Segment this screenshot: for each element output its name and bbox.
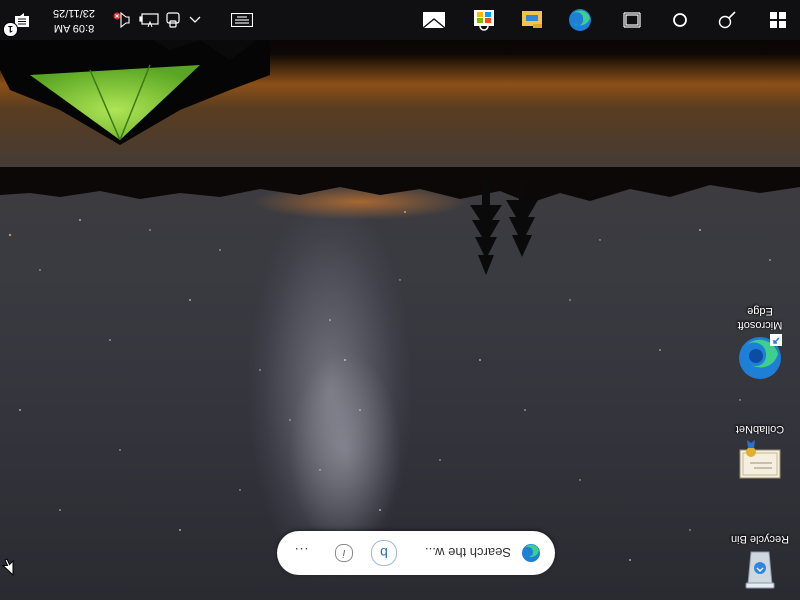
windows-start-icon[interactable] <box>756 0 800 40</box>
desktop-icon-recycle-bin[interactable]: Recycle Bin <box>725 532 795 596</box>
bing-visual-search-icon[interactable]: b <box>371 540 397 566</box>
desktop-icon-label: Microsoft Edge <box>737 305 783 331</box>
edge-icon <box>736 334 784 382</box>
more-options-icon[interactable]: ... <box>289 541 313 565</box>
file-explorer-icon[interactable] <box>510 0 554 40</box>
certificate-icon <box>736 438 784 486</box>
desktop-icon-label: Recycle Bin <box>730 533 790 545</box>
task-view-icon[interactable] <box>610 0 654 40</box>
info-icon[interactable]: i <box>335 544 353 562</box>
clock-date: 23/11/25 <box>53 7 96 19</box>
cortana-icon[interactable] <box>658 0 702 40</box>
desktop-screen: Recycle Bin CollabNet Microsoft Edge Sea… <box>0 0 800 600</box>
hill-silhouette <box>0 167 800 203</box>
taskbar-clock[interactable]: 8:09 AM 23/11/25 <box>44 0 104 40</box>
desktop-icon-label: CollabNet <box>735 423 785 435</box>
desktop-icon-microsoft-edge[interactable]: Microsoft Edge <box>725 304 795 382</box>
microsoft-store-icon[interactable] <box>462 0 506 40</box>
action-center-button[interactable]: 1 <box>0 0 44 40</box>
mouse-cursor-icon <box>1 553 14 577</box>
glowing-tent <box>0 30 270 145</box>
edge-icon[interactable] <box>558 0 602 40</box>
battery-icon[interactable] <box>136 0 162 40</box>
search-icon[interactable] <box>705 0 749 40</box>
notification-count-badge: 1 <box>3 22 18 37</box>
touch-keyboard-icon[interactable] <box>227 0 257 40</box>
taskbar: 8:09 AM 23/11/25 1 <box>0 0 800 40</box>
mail-icon[interactable] <box>412 0 456 40</box>
wallpaper <box>0 0 800 600</box>
edge-icon <box>521 543 541 563</box>
clock-time: 8:09 AM <box>53 22 95 34</box>
desktop-icon-collabnet[interactable]: CollabNet <box>725 422 795 486</box>
edge-search-widget[interactable]: Search the w... b i ... <box>277 531 555 575</box>
recycle-bin-icon <box>736 548 784 596</box>
search-input[interactable]: Search the w... <box>421 546 511 561</box>
tree-silhouettes <box>470 180 538 275</box>
meet-now-icon[interactable] <box>161 0 185 40</box>
volume-muted-icon[interactable] <box>108 0 136 40</box>
